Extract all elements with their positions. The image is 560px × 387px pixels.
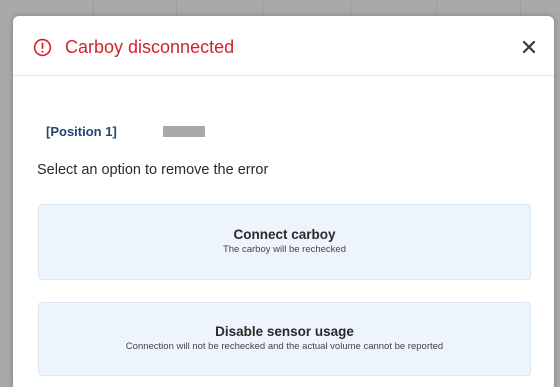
dialog-header: Carboy disconnected: [13, 16, 554, 76]
alert-circle-icon: [33, 38, 52, 57]
instruction-text: Select an option to remove the error: [37, 162, 269, 178]
position-label: [Position 1]: [46, 124, 117, 139]
option-description: Connection will not be rechecked and the…: [125, 341, 444, 352]
option-title: Connect carboy: [233, 227, 336, 242]
disable-sensor-button[interactable]: Disable sensor usage Connection will not…: [38, 302, 531, 376]
redacted-value: [163, 126, 205, 137]
option-description: The carboy will be rechecked: [222, 244, 347, 255]
close-icon[interactable]: [518, 36, 540, 58]
connect-carboy-button[interactable]: Connect carboy The carboy will be rechec…: [38, 204, 531, 280]
dialog-title: Carboy disconnected: [65, 37, 235, 57]
option-title: Disable sensor usage: [215, 324, 354, 339]
error-dialog: Carboy disconnected [Position 1] Select …: [13, 16, 554, 387]
